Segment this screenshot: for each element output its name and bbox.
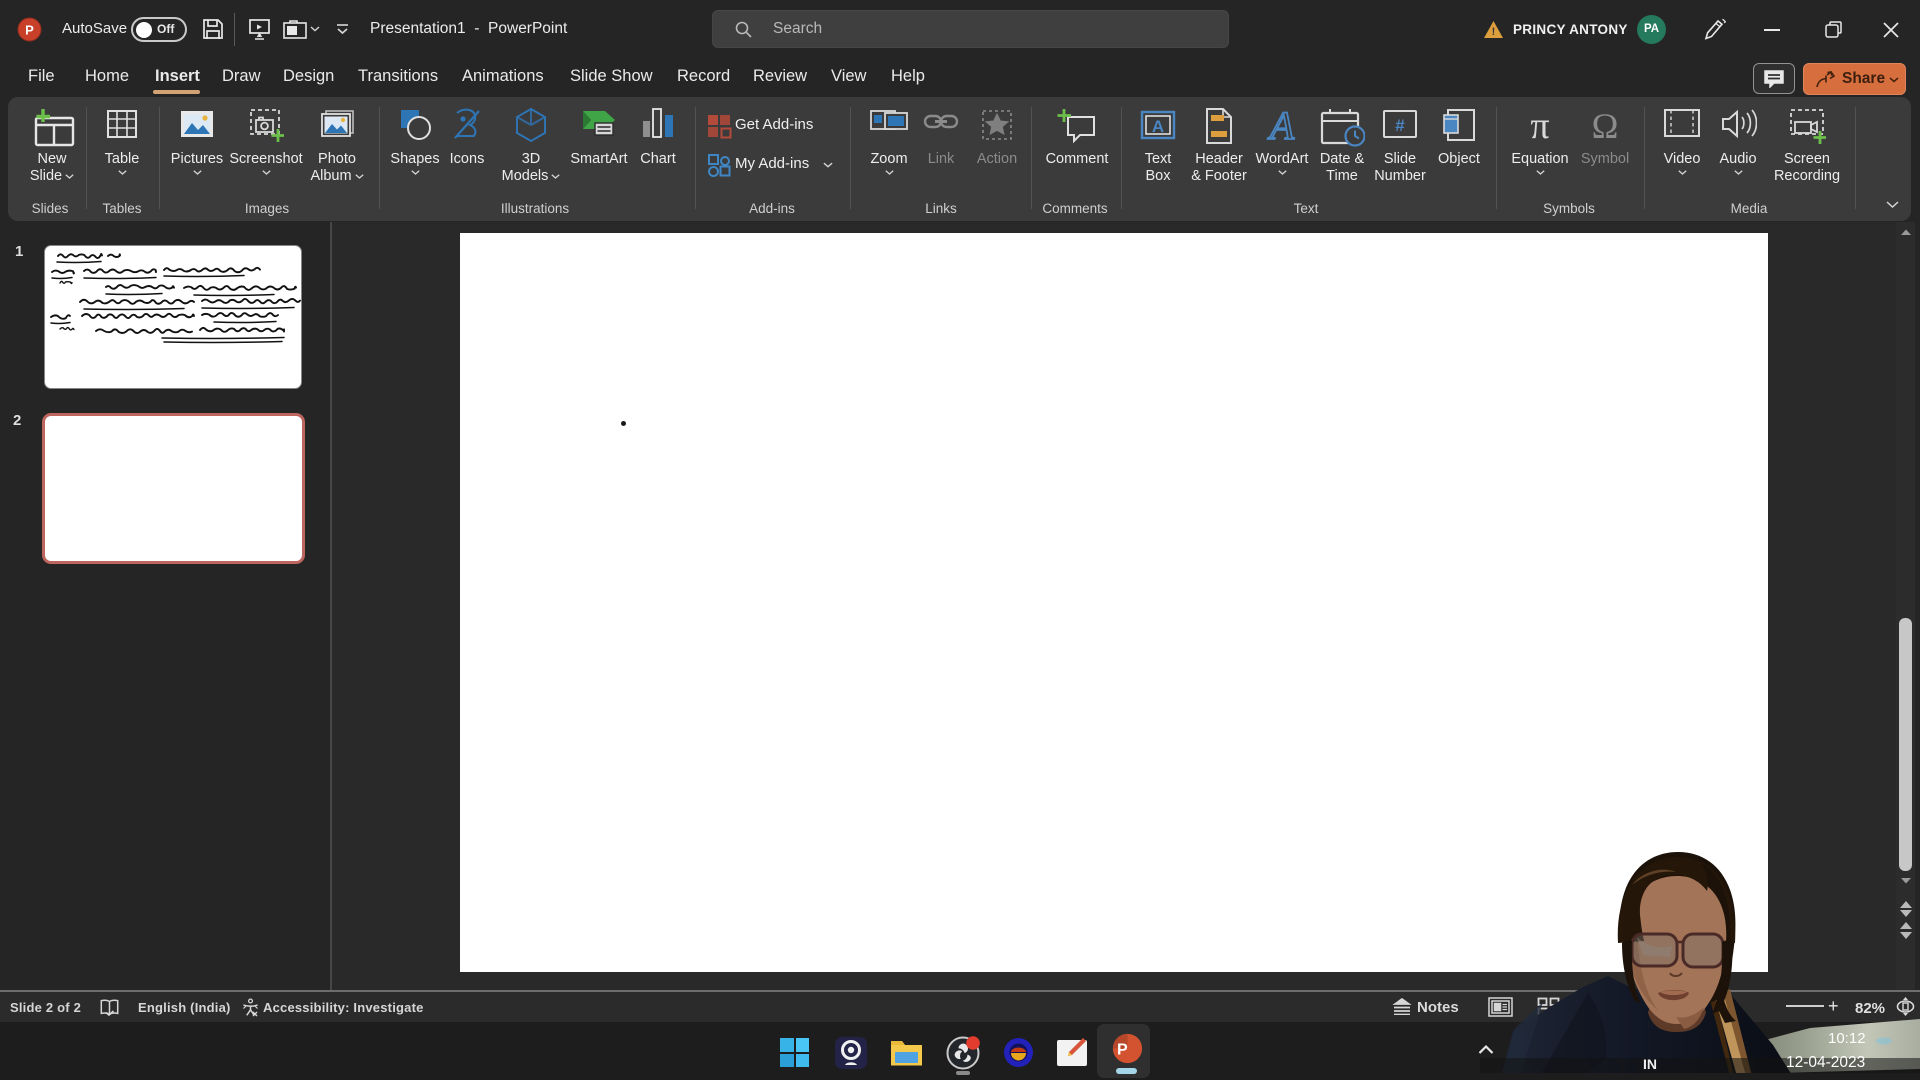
svg-text:Ω: Ω: [1592, 107, 1619, 145]
svg-text:A: A: [1152, 117, 1164, 136]
svg-text:A: A: [1267, 107, 1295, 145]
svg-text:P: P: [1117, 1041, 1128, 1059]
svg-text:π: π: [1530, 107, 1549, 145]
svg-text:#: #: [1395, 116, 1405, 135]
svg-text:!: !: [1492, 26, 1496, 38]
svg-text:P: P: [25, 23, 34, 38]
